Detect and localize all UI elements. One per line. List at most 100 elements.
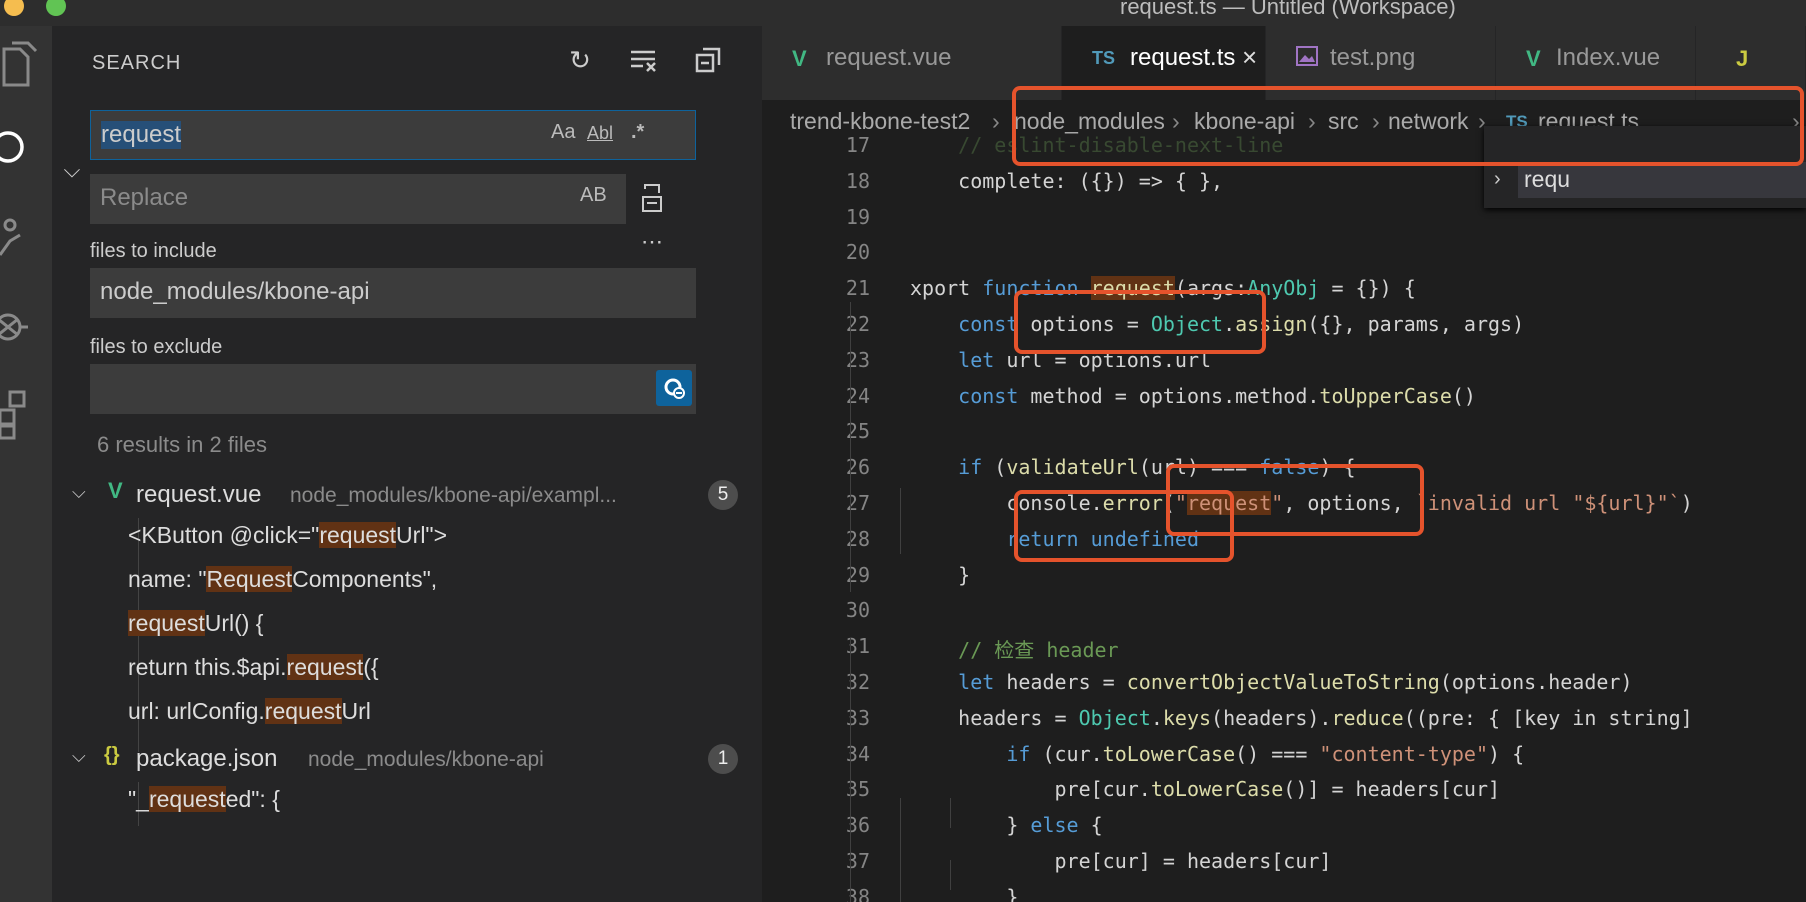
- sidebar-title: SEARCH: [92, 52, 182, 74]
- line-number: 19: [845, 204, 870, 229]
- line-number: 33: [845, 705, 870, 730]
- line-number: 37: [845, 849, 870, 873]
- line-number: 36: [845, 813, 870, 838]
- indent-guide: [950, 860, 951, 890]
- breadcrumb-item[interactable]: trend-kbone-test2: [790, 108, 970, 135]
- chevron-right-icon: ›: [1494, 168, 1501, 190]
- replace-placeholder: Replace: [100, 184, 189, 211]
- code-line[interactable]: if (cur.toLowerCase() === "content-type"…: [910, 742, 1524, 766]
- search-match[interactable]: "_requested": {: [128, 786, 280, 824]
- code-line[interactable]: }: [910, 563, 970, 587]
- vue-file-icon: V: [108, 478, 123, 503]
- search-match[interactable]: url: urlConfig.requestUrl: [128, 698, 371, 736]
- search-sidebar: SEARCH ↻ ⌵ request Aa Abl .* Replace AB …: [52, 26, 762, 902]
- exclude-input[interactable]: [90, 364, 696, 414]
- vue-file-icon: V: [792, 46, 807, 71]
- annotation-box: [1014, 290, 1266, 354]
- search-match[interactable]: <KButton @click="requestUrl">: [128, 522, 447, 560]
- preserve-case-icon[interactable]: AB: [580, 184, 607, 207]
- annotation-box: [1166, 464, 1424, 536]
- tab-label: request.ts: [1130, 44, 1236, 71]
- indent-guide: [950, 798, 951, 828]
- line-number: 20: [845, 240, 870, 265]
- line-number: 31: [845, 634, 870, 659]
- results-summary: 6 results in 2 files: [97, 432, 267, 457]
- line-number: 26: [845, 455, 870, 480]
- result-count-badge: 5: [708, 480, 738, 510]
- clear-results-icon[interactable]: [628, 44, 660, 76]
- extensions-icon[interactable]: [0, 382, 52, 442]
- search-icon[interactable]: [0, 118, 52, 178]
- code-line[interactable]: // 检查 header: [910, 634, 1118, 663]
- typescript-file-icon: TS: [1092, 48, 1116, 68]
- tab-label: request.vue: [826, 44, 952, 71]
- line-number: 30: [845, 598, 870, 623]
- replace-all-icon[interactable]: [636, 182, 668, 214]
- line-number: 21: [845, 276, 870, 301]
- chevron-down-icon[interactable]: ⌵: [72, 746, 86, 767]
- code-line[interactable]: let headers = convertObjectValueToString…: [910, 670, 1632, 694]
- result-file-request-vue[interactable]: ⌵ V request.vue node_modules/kbone-api/e…: [72, 476, 752, 514]
- replace-input[interactable]: Replace AB: [90, 174, 626, 224]
- indent-guide: [850, 302, 851, 592]
- include-label: files to include: [90, 240, 217, 262]
- indent-guide: [900, 798, 901, 902]
- result-file-path: node_modules/kbone-api/exampl...: [290, 484, 617, 507]
- include-value: node_modules/kbone-api: [100, 278, 370, 305]
- regex-icon[interactable]: .*: [631, 121, 644, 144]
- code-line[interactable]: headers = Object.keys(headers).reduce((p…: [910, 706, 1693, 730]
- result-count-badge: 1: [708, 744, 738, 774]
- whole-word-icon[interactable]: Abl: [587, 123, 613, 144]
- search-match[interactable]: name: "RequestComponents",: [128, 566, 437, 604]
- json-file-icon: {}: [104, 744, 120, 766]
- indent-guide: [900, 488, 901, 554]
- line-number: 24: [845, 383, 870, 408]
- vue-file-icon: V: [1526, 46, 1541, 71]
- line-number: 35: [845, 777, 870, 802]
- line-number: 34: [845, 741, 870, 766]
- source-control-icon[interactable]: [0, 206, 52, 266]
- result-file-name: request.vue: [136, 481, 262, 508]
- tab-label: Index.vue: [1556, 44, 1661, 71]
- line-number: 18: [845, 168, 870, 193]
- js-file-icon: J: [1736, 46, 1749, 71]
- line-number: 32: [845, 670, 870, 694]
- close-tab-icon[interactable]: ×: [1242, 42, 1257, 73]
- files-icon[interactable]: [0, 36, 52, 96]
- chevron-right-icon: ›: [992, 108, 1000, 134]
- code-line[interactable]: pre[cur] = headers[cur]: [910, 849, 1331, 873]
- code-line[interactable]: pre[cur.toLowerCase()] = headers[cur]: [910, 777, 1500, 801]
- search-match[interactable]: return this.$api.request({: [128, 654, 379, 692]
- debug-icon[interactable]: [0, 294, 52, 354]
- chevron-down-icon[interactable]: ⌵: [72, 482, 86, 503]
- use-exclude-settings-icon[interactable]: [656, 370, 692, 406]
- result-file-path: node_modules/kbone-api: [308, 748, 544, 771]
- code-line[interactable]: }: [910, 885, 1018, 902]
- minimize-window-button[interactable]: [4, 0, 24, 16]
- window-title: request.ts — Untitled (Workspace): [1120, 0, 1456, 19]
- search-match[interactable]: requestUrl() {: [128, 610, 264, 648]
- include-input[interactable]: node_modules/kbone-api: [90, 268, 696, 318]
- result-file-package-json[interactable]: ⌵ {} package.json node_modules/kbone-api…: [72, 740, 752, 778]
- line-number: 28: [845, 526, 870, 551]
- more-options-icon[interactable]: ⋯: [636, 226, 668, 258]
- line-number: 22: [845, 312, 870, 336]
- peek-item-label: requ: [1524, 166, 1571, 192]
- exclude-label: files to exclude: [90, 336, 223, 358]
- line-number: 25: [845, 419, 870, 444]
- code-line[interactable]: const method = options.method.toUpperCas…: [910, 384, 1476, 408]
- tab-label: test.png: [1330, 44, 1416, 71]
- search-query: request: [101, 121, 182, 149]
- maximize-window-button[interactable]: [46, 0, 66, 16]
- refresh-icon[interactable]: ↻: [564, 44, 596, 76]
- toggle-replace-chevron-icon[interactable]: ⌵: [56, 154, 88, 186]
- collapse-all-icon[interactable]: [692, 44, 724, 76]
- activity-bar: [0, 26, 52, 902]
- line-number: 17: [845, 133, 870, 157]
- match-case-icon[interactable]: Aa: [551, 121, 575, 144]
- image-file-icon: [1296, 46, 1318, 72]
- code-line[interactable]: complete: ({}) => { },: [910, 169, 1223, 193]
- code-line[interactable]: } else {: [910, 813, 1102, 837]
- search-input[interactable]: request Aa Abl .*: [90, 110, 696, 160]
- title-bar: request.ts — Untitled (Workspace): [0, 0, 1806, 26]
